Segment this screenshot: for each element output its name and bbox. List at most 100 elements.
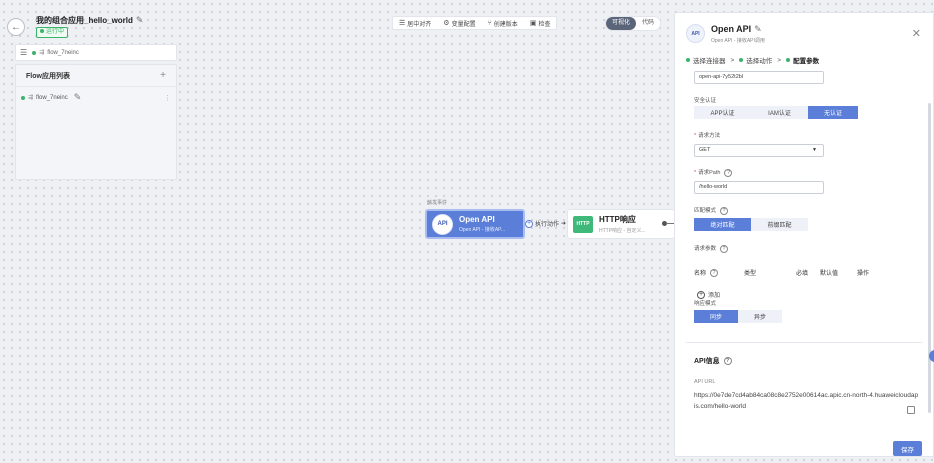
match-label: 匹配模式? [694,206,729,215]
tab-code[interactable]: 代码 [636,17,660,30]
api-info-title: API信息? [694,356,732,366]
close-icon[interactable]: ✕ [912,27,921,40]
help-icon[interactable]: ? [720,244,729,253]
param-col-type: 类型 [744,271,757,277]
param-col-name: 名称? [694,268,744,278]
api-icon: API [686,24,705,43]
method-label: * 请求方法 [694,133,721,139]
step-done-icon [739,58,744,62]
flow-tab-bar: ☰ ⇶ flow_7neinc [15,44,177,61]
auth-label: 安全认证 [694,98,717,104]
branch-icon: ⑂ [487,19,492,27]
api-url-label: API URL [694,379,716,385]
edit-icon[interactable]: ✎ [136,15,144,25]
node-title: Open API [459,215,495,224]
response-label: 响应模式 [694,301,717,307]
tab-visual[interactable]: 可视化 [606,17,637,30]
align-center-icon: ☰ [399,20,406,27]
app-title: 我的组合应用_hello_world ✎ [36,15,144,25]
add-param-button[interactable]: + 添加 [697,290,720,299]
gear-icon: ⚙ [443,20,450,27]
help-icon[interactable]: ? [724,168,733,177]
node-title: HTTP响应 [599,215,636,224]
auth-none-option[interactable]: 无认证 [808,106,858,119]
connector-label: 执行动作 [535,222,560,228]
flow-tab[interactable]: ⇶ flow_7neinc [32,49,79,56]
auth-segment: APP认证 IAM认证 无认证 [694,106,858,119]
status-dot [40,29,44,34]
step-3[interactable]: 配置参数 [793,55,819,65]
match-exact-option[interactable]: 绝对匹配 [694,218,751,231]
menu-icon[interactable]: ☰ [20,48,27,57]
check-button[interactable]: ▣ 检查 [530,19,551,28]
divider [686,342,922,343]
status-dot [21,95,25,100]
status-badge: 运行中 [36,27,69,38]
flow-list-header: Flow应用列表 + [16,65,176,87]
method-select[interactable]: GET ▼ [694,144,824,157]
connector[interactable]: + 执行动作 ➜ [525,219,566,228]
api-name-field[interactable]: open-api-7y52t2bl [694,71,824,84]
match-prefix-option[interactable]: 前缀匹配 [751,218,808,231]
api-icon: API [432,213,453,235]
path-field[interactable]: /hello-world [694,181,824,194]
path-label: * 请求Path? [694,168,733,177]
step-1[interactable]: 选择连接器 [693,55,726,65]
auth-app-option[interactable]: APP认证 [694,106,751,119]
panel-title: Open API ✎ [711,24,762,34]
variable-config-button[interactable]: ⚙ 变量配置 [443,19,475,28]
flow-list-title: Flow应用列表 [26,72,70,80]
add-flow-icon[interactable]: + [160,70,166,81]
more-icon[interactable]: ⋮ [164,94,171,102]
step-done-icon [786,58,791,62]
params-label: 请求参数? [694,244,729,253]
edit-icon[interactable]: ✎ [754,24,762,34]
edit-icon[interactable]: ✎ [74,92,82,103]
panel-subtitle: Open API - 接收API调用 [711,38,765,44]
response-segment: 同步 异步 [694,310,782,323]
response-async-option[interactable]: 异步 [738,310,782,323]
plus-icon[interactable]: + [525,219,533,228]
status-dot [32,50,37,55]
config-panel: API Open API ✎ Open API - 接收API调用 ✕ 选择连接器… [674,12,934,457]
auth-iam-option[interactable]: IAM认证 [751,106,808,119]
back-button[interactable]: ← [7,18,25,36]
output-edge [666,223,674,224]
help-icon[interactable]: ? [723,357,732,366]
flow-list-panel: Flow应用列表 + ⇶ flow_7neinc ✎ ⋮ [15,64,177,180]
check-icon: ▣ [529,20,537,27]
step-2[interactable]: 选择动作 [746,55,772,65]
create-version-button[interactable]: ⑂ 创建版本 [488,19,518,28]
chevron-right-icon: > [730,56,735,64]
save-button[interactable]: 保存 [893,441,922,456]
chevron-right-icon: > [777,56,782,64]
copy-icon[interactable] [907,406,915,414]
plus-circle-icon: + [697,290,705,299]
panel-scrollbar[interactable] [928,103,931,413]
param-table-header: 名称? 类型 必填 默认值 操作 [694,268,870,278]
sidebar-item-flow[interactable]: ⇶ flow_7neinc ✎ ⋮ [16,90,176,105]
arrow-right-icon: ➜ [561,221,567,227]
help-icon[interactable]: ? [720,206,729,215]
trigger-label: 触发事件 [427,200,448,206]
param-col-action: 操作 [857,271,870,277]
flow-icon: ⇶ [39,50,45,56]
arrow-left-icon: ← [11,21,21,33]
http-response-node[interactable]: HTTP HTTP响应 HTTP响应 - 自定义... [567,209,675,239]
mode-switch: 可视化 代码 [605,16,662,31]
required-mark: * [694,170,697,176]
step-done-icon [686,58,690,62]
flow-icon: ⇶ [28,95,34,101]
response-sync-option[interactable]: 同步 [694,310,738,323]
align-center-button[interactable]: ☰ 居中对齐 [399,19,431,28]
panel-header: API Open API ✎ Open API - 接收API调用 [686,24,765,44]
node-subtitle: HTTP响应 - 自定义... [599,228,646,234]
api-url-value: https://0e7de7cd4ab84ca08c8e2752e00614ac… [694,392,919,410]
help-icon[interactable]: ? [710,269,719,278]
param-col-required: 必填 [796,271,809,277]
http-icon: HTTP [573,215,593,233]
floating-assistant-icon[interactable] [929,350,934,362]
param-col-default: 默认值 [820,271,839,277]
open-api-node[interactable]: API Open API Open API - 接收AP... [425,209,525,239]
node-subtitle: Open API - 接收AP... [459,227,506,233]
